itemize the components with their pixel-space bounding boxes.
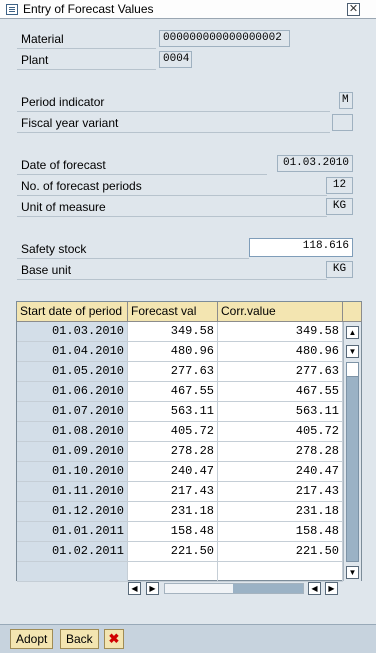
empty-cell [128,562,218,582]
start-date-cell: 01.02.2011 [17,542,128,562]
empty-cell [17,562,128,582]
vertical-scrollbar[interactable]: ▲ ▼ ▼ [343,322,361,581]
date-of-forecast-label: Date of forecast [17,155,267,175]
base-unit-label: Base unit [17,260,327,280]
unit-of-measure-field[interactable]: KG [326,198,353,215]
corr-value-cell[interactable]: 231.18 [218,502,343,522]
material-label: Material [17,29,156,49]
forecast-val-cell[interactable]: 217.43 [128,482,218,502]
date-of-forecast-field[interactable]: 01.03.2010 [277,155,353,172]
window-title: Entry of Forecast Values [23,2,154,16]
start-date-cell: 01.08.2010 [17,422,128,442]
corr-value-cell[interactable]: 563.11 [218,402,343,422]
back-button[interactable]: Back [60,629,99,649]
scroll-left-icon[interactable]: ◀ [128,582,141,595]
forecast-val-cell[interactable]: 405.72 [128,422,218,442]
table-row-empty [17,562,343,582]
table-body: 01.03.2010 349.58 349.58 01.04.2010 480.96 48… [17,322,343,582]
period-indicator-field[interactable]: M [339,92,353,109]
start-date-cell: 01.07.2010 [17,402,128,422]
button-bar: Adopt Back ✖ [0,624,376,653]
scroll-right-end-icon[interactable]: ▶ [325,582,338,595]
scroll-track[interactable] [164,583,304,594]
period-indicator-label: Period indicator [17,92,330,112]
forecast-val-cell[interactable]: 158.48 [128,522,218,542]
table-row[interactable]: 01.04.2010 480.96 480.96 [17,342,343,362]
column-header-corr-value[interactable]: Corr.value [218,302,343,322]
forecast-val-cell[interactable]: 221.50 [128,542,218,562]
start-date-cell: 01.03.2010 [17,322,128,342]
plant-label: Plant [17,50,156,70]
forecast-table: Start date of period Forecast val Corr.v… [16,301,362,582]
table-row[interactable]: 01.12.2010 231.18 231.18 [17,502,343,522]
table-row[interactable]: 01.11.2010 217.43 217.43 [17,482,343,502]
column-header-start-date[interactable]: Start date of period [17,302,128,322]
forecast-periods-label: No. of forecast periods [17,176,327,196]
horizontal-scrollbar[interactable]: ◀ ▶ ◀ ▶ [128,582,350,597]
start-date-cell: 01.12.2010 [17,502,128,522]
scroll-down-icon[interactable]: ▼ [346,345,359,358]
plant-field[interactable]: 0004 [159,51,192,68]
scroll-bottom-icon[interactable]: ▼ [346,566,359,579]
window-titlebar: Entry of Forecast Values ✕ [0,0,376,19]
table-row[interactable]: 01.08.2010 405.72 405.72 [17,422,343,442]
table-row[interactable]: 01.01.2011 158.48 158.48 [17,522,343,542]
start-date-cell: 01.06.2010 [17,382,128,402]
adopt-button[interactable]: Adopt [10,629,54,649]
corr-value-cell[interactable]: 349.58 [218,322,343,342]
document-icon [6,3,18,15]
corr-value-cell[interactable]: 217.43 [218,482,343,502]
scroll-right-icon[interactable]: ▶ [146,582,159,595]
corr-value-cell[interactable]: 405.72 [218,422,343,442]
empty-cell [218,562,343,582]
fiscal-year-variant-label: Fiscal year variant [17,113,330,133]
forecast-val-cell[interactable]: 278.28 [128,442,218,462]
start-date-cell: 01.09.2010 [17,442,128,462]
column-header-settings[interactable] [343,302,362,322]
close-icon[interactable]: ✕ [347,3,360,16]
forecast-val-cell[interactable]: 277.63 [128,362,218,382]
corr-value-cell[interactable]: 480.96 [218,342,343,362]
scroll-up-icon[interactable]: ▲ [346,326,359,339]
unit-of-measure-label: Unit of measure [17,197,327,217]
start-date-cell: 01.01.2011 [17,522,128,542]
start-date-cell: 01.11.2010 [17,482,128,502]
corr-value-cell[interactable]: 467.55 [218,382,343,402]
cancel-icon[interactable]: ✖ [104,629,124,649]
forecast-val-cell[interactable]: 240.47 [128,462,218,482]
safety-stock-label: Safety stock [17,239,249,259]
forecast-val-cell[interactable]: 349.58 [128,322,218,342]
table-row[interactable]: 01.05.2010 277.63 277.63 [17,362,343,382]
table-row[interactable]: 01.02.2011 221.50 221.50 [17,542,343,562]
forecast-val-cell[interactable]: 231.18 [128,502,218,522]
column-header-forecast-val[interactable]: Forecast val [128,302,218,322]
corr-value-cell[interactable]: 277.63 [218,362,343,382]
forecast-val-cell[interactable]: 480.96 [128,342,218,362]
safety-stock-input[interactable]: 118.616 [249,238,353,257]
table-row[interactable]: 01.03.2010 349.58 349.58 [17,322,343,342]
scroll-left-end-icon[interactable]: ◀ [308,582,321,595]
start-date-cell: 01.04.2010 [17,342,128,362]
forecast-val-cell[interactable]: 563.11 [128,402,218,422]
forecast-periods-field[interactable]: 12 [326,177,353,194]
scroll-thumb-horizontal[interactable] [233,584,303,593]
fiscal-year-variant-field[interactable] [332,114,353,131]
corr-value-cell[interactable]: 221.50 [218,542,343,562]
start-date-cell: 01.05.2010 [17,362,128,382]
corr-value-cell[interactable]: 278.28 [218,442,343,462]
table-row[interactable]: 01.07.2010 563.11 563.11 [17,402,343,422]
corr-value-cell[interactable]: 158.48 [218,522,343,542]
material-field[interactable]: 000000000000000002 [159,30,290,47]
base-unit-field[interactable]: KG [326,261,353,278]
start-date-cell: 01.10.2010 [17,462,128,482]
scroll-thumb[interactable] [346,362,359,562]
forecast-val-cell[interactable]: 467.55 [128,382,218,402]
table-row[interactable]: 01.06.2010 467.55 467.55 [17,382,343,402]
table-row[interactable]: 01.10.2010 240.47 240.47 [17,462,343,482]
corr-value-cell[interactable]: 240.47 [218,462,343,482]
table-row[interactable]: 01.09.2010 278.28 278.28 [17,442,343,462]
table-header: Start date of period Forecast val Corr.v… [17,302,362,322]
